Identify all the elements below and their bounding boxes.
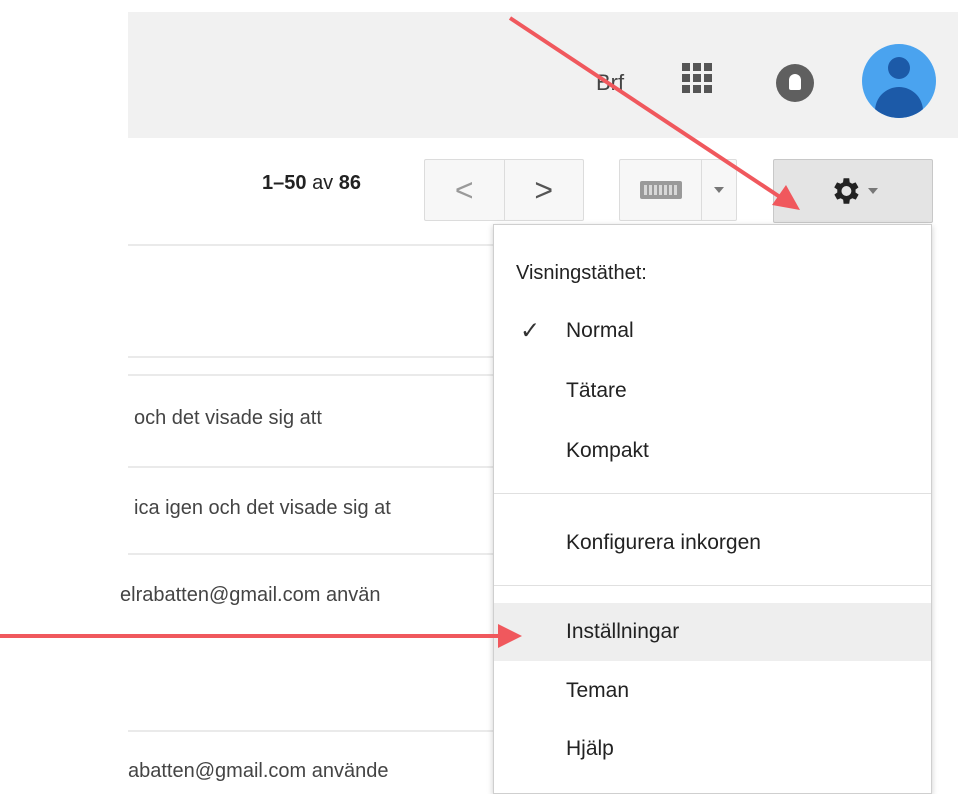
menu-item-label: Normal — [566, 319, 634, 342]
menu-item-tatare[interactable]: Tätare — [494, 363, 931, 419]
list-divider — [128, 356, 494, 358]
list-divider — [128, 374, 494, 376]
menu-item-settings[interactable]: Inställningar — [494, 603, 931, 661]
density-heading: Visningstäthet: — [516, 262, 647, 284]
menu-item-label: Kompakt — [566, 439, 649, 462]
list-item[interactable]: och det visade sig att — [134, 407, 322, 430]
list-divider — [128, 553, 494, 555]
menu-item-normal[interactable]: ✓ Normal — [494, 303, 931, 359]
chevron-down-icon — [868, 188, 878, 194]
avatar[interactable] — [862, 44, 936, 118]
toolbar-divider — [128, 244, 494, 246]
notifications-icon[interactable] — [776, 64, 814, 102]
page-nav-group: < > — [424, 159, 584, 221]
keyboard-icon — [639, 181, 682, 199]
pagination-info: 1–50 av 86 — [262, 172, 361, 195]
menu-item-themes[interactable]: Teman — [494, 663, 931, 719]
apps-grid-icon[interactable] — [682, 63, 712, 93]
account-label[interactable]: Brf — [596, 70, 624, 96]
menu-item-kompakt[interactable]: Kompakt — [494, 423, 931, 479]
menu-item-label: Inställningar — [566, 620, 680, 643]
menu-item-help[interactable]: Hjälp — [494, 721, 931, 777]
menu-divider — [494, 585, 931, 586]
list-item[interactable]: elrabatten@gmail.com använ — [120, 584, 380, 607]
input-tools-button[interactable] — [620, 160, 702, 220]
menu-item-configure-inbox[interactable]: Konfigurera inkorgen — [494, 515, 931, 571]
pagination-range: 1–50 — [262, 172, 307, 194]
checkmark-icon: ✓ — [520, 317, 541, 345]
list-divider — [128, 730, 494, 732]
top-bar: Brf — [128, 12, 958, 138]
gear-icon — [834, 178, 859, 204]
list-divider — [128, 466, 494, 468]
list-item[interactable]: abatten@gmail.com använde — [128, 760, 388, 783]
previous-page-button[interactable]: < — [425, 160, 505, 220]
menu-item-label: Teman — [566, 679, 630, 702]
next-page-button[interactable]: > — [505, 160, 584, 220]
pagination-of: av — [312, 172, 334, 194]
menu-divider — [494, 493, 931, 494]
pagination-total: 86 — [338, 172, 361, 194]
menu-item-label: Konfigurera inkorgen — [566, 531, 761, 554]
input-tools-dropdown[interactable] — [702, 160, 736, 220]
settings-button[interactable] — [773, 159, 933, 223]
input-tools-group — [619, 159, 737, 221]
list-item[interactable]: ica igen och det visade sig at — [134, 497, 391, 520]
settings-menu: Visningstäthet: ✓ Normal Tätare Kompakt … — [493, 224, 932, 794]
menu-item-label: Tätare — [566, 379, 627, 402]
chevron-down-icon — [714, 187, 724, 193]
arrow-to-settings-item — [0, 624, 522, 648]
menu-item-label: Hjälp — [566, 737, 614, 760]
